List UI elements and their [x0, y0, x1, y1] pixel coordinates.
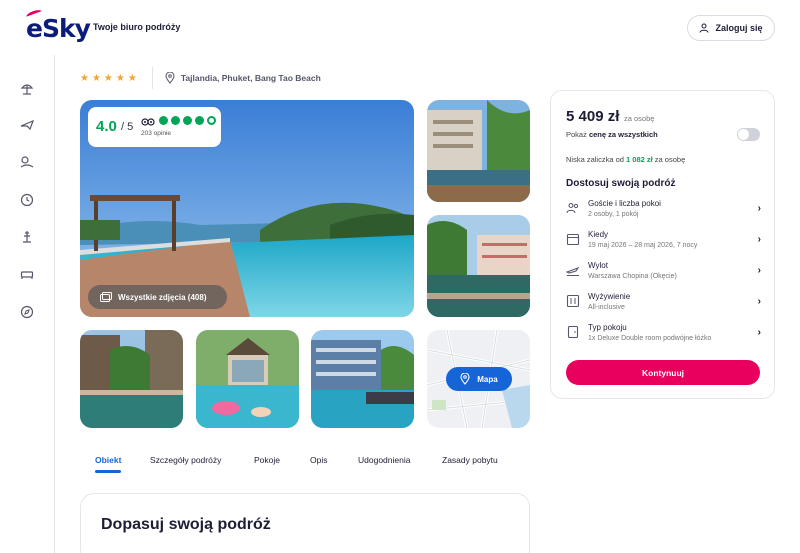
continue-button[interactable]: Kontynuuj	[566, 360, 760, 385]
divider	[151, 67, 153, 89]
option-value: 1x Deluxe Double room podwójne łóżko	[588, 335, 712, 342]
price: 5 409 zł	[566, 108, 620, 125]
tab-obiekt[interactable]: Obiekt	[95, 455, 121, 465]
total-prefix: Pokaż	[566, 130, 589, 139]
rating-dots	[159, 116, 216, 125]
tab-pokoje[interactable]: Pokoje	[254, 455, 280, 465]
beach-umbrella-icon[interactable]	[19, 80, 35, 96]
hotel-stars: ★★★★★	[80, 72, 140, 84]
option-meals[interactable]: Wyżywienie All-inclusive ›	[566, 292, 761, 322]
room-icon	[567, 325, 579, 339]
tab-zasady-pobytu[interactable]: Zasady pobytu	[442, 455, 498, 465]
guests-icon	[566, 202, 579, 214]
total-bold: cenę za wszystkich	[588, 130, 658, 139]
plane-icon[interactable]	[19, 117, 35, 133]
esky-logo[interactable]: eSky	[25, 8, 91, 43]
gallery-icon	[100, 292, 112, 302]
tab-udogodnienia[interactable]: Udogodnienia	[358, 455, 410, 465]
hotel-photo-2[interactable]	[427, 100, 530, 202]
rating-score: 4.0	[96, 118, 117, 135]
option-label: Typ pokoju	[588, 323, 627, 332]
option-dates[interactable]: Kiedy 19 maj 2026 – 28 maj 2026, 7 nocy …	[566, 230, 761, 260]
option-value: Warszawa Chopina (Okęcie)	[588, 273, 677, 280]
detail-tabs: Obiekt Szczegóły podróży Pokoje Opis Udo…	[80, 455, 540, 477]
tab-opis[interactable]: Opis	[310, 455, 327, 465]
deposit-amount: 1 082 zł	[626, 155, 653, 164]
beach-icon[interactable]	[19, 154, 35, 170]
option-value: 19 maj 2026 – 28 maj 2026, 7 nocy	[588, 242, 698, 249]
location-pin-icon	[165, 72, 175, 84]
booking-card: 5 409 zł za osobę Pokaż cenę za wszystki…	[550, 90, 775, 399]
option-departure[interactable]: Wylot Warszawa Chopina (Okęcie) ›	[566, 261, 761, 291]
hotel-photo-4[interactable]	[80, 330, 183, 428]
chevron-right-icon: ›	[757, 265, 761, 276]
deposit-suffix: za osobę	[652, 155, 686, 164]
rating-dot	[171, 116, 180, 125]
option-label: Wyżywienie	[588, 292, 631, 301]
chevron-right-icon: ›	[757, 203, 761, 214]
meal-icon	[566, 294, 580, 308]
map-button[interactable]: Mapa	[446, 367, 512, 391]
hotel-meta-row: ★★★★★ Tajlandia, Phuket, Bang Tao Beach	[80, 67, 321, 89]
rating-scale: / 5	[121, 121, 134, 133]
rating-card[interactable]: 4.0 / 5 203 opinie	[88, 107, 221, 147]
tour-icon[interactable]	[19, 229, 35, 245]
login-button[interactable]: Zaloguj się	[687, 15, 775, 41]
tagline: Twoje biuro podróży	[93, 22, 181, 32]
option-label: Goście i liczba pokoi	[588, 199, 661, 208]
option-guests[interactable]: Goście i liczba pokoi 2 osoby, 1 pokój ›	[566, 199, 761, 229]
rating-dot	[159, 116, 168, 125]
chevron-right-icon: ›	[757, 327, 761, 338]
show-total-price: Pokaż cenę za wszystkich	[566, 130, 658, 139]
user-icon	[699, 23, 709, 33]
all-photos-button[interactable]: Wszystkie zdjęcia (408)	[88, 285, 227, 309]
option-value: All-inclusive	[588, 304, 625, 311]
price-per-person: za osobę	[624, 114, 655, 123]
review-count: 203 opinie	[141, 130, 171, 137]
calendar-icon	[566, 233, 580, 246]
deposit-info: Niska zaliczka od 1 082 zł za osobę	[566, 155, 685, 164]
adjust-trip-card: Dopasuj swoją podróż	[80, 493, 530, 553]
location-text: Tajlandia, Phuket, Bang Tao Beach	[180, 73, 321, 83]
clock-icon[interactable]	[19, 192, 35, 208]
deposit-prefix: Niska zaliczka od	[566, 155, 627, 164]
compass-icon[interactable]	[19, 304, 35, 320]
departure-icon	[566, 266, 580, 276]
option-room-type[interactable]: Typ pokoju 1x Deluxe Double room podwójn…	[566, 323, 761, 353]
option-label: Wylot	[588, 261, 608, 270]
chevron-right-icon: ›	[757, 296, 761, 307]
option-value: 2 osoby, 1 pokój	[588, 211, 639, 218]
active-tab-indicator	[95, 470, 121, 473]
adjust-trip-title: Dopasuj swoją podróż	[101, 516, 271, 533]
hotel-location: Tajlandia, Phuket, Bang Tao Beach	[165, 72, 321, 84]
map-pin-icon	[460, 373, 470, 385]
logo-text: eSky	[26, 14, 91, 43]
option-label: Kiedy	[588, 230, 609, 239]
header: eSky Twoje biuro podróży Zaloguj się	[0, 0, 800, 55]
all-photos-label: Wszystkie zdjęcia (408)	[118, 292, 207, 302]
tab-szczegoly-podrozy[interactable]: Szczegóły podróży	[150, 455, 221, 465]
login-label: Zaloguj się	[715, 23, 763, 33]
total-price-toggle[interactable]	[737, 128, 760, 141]
tripadvisor-icon	[141, 118, 155, 126]
hotel-photo-5[interactable]	[196, 330, 299, 428]
rating-dot-empty	[207, 116, 216, 125]
hotel-photo-6[interactable]	[311, 330, 414, 428]
map-label: Mapa	[477, 374, 498, 384]
sidebar	[0, 55, 55, 553]
hotel-photo-3[interactable]	[427, 215, 530, 317]
customize-title: Dostosuj swoją podróż	[566, 178, 676, 189]
rating-dot	[195, 116, 204, 125]
bed-icon[interactable]	[19, 266, 35, 282]
rating-dot	[183, 116, 192, 125]
chevron-right-icon: ›	[757, 234, 761, 245]
